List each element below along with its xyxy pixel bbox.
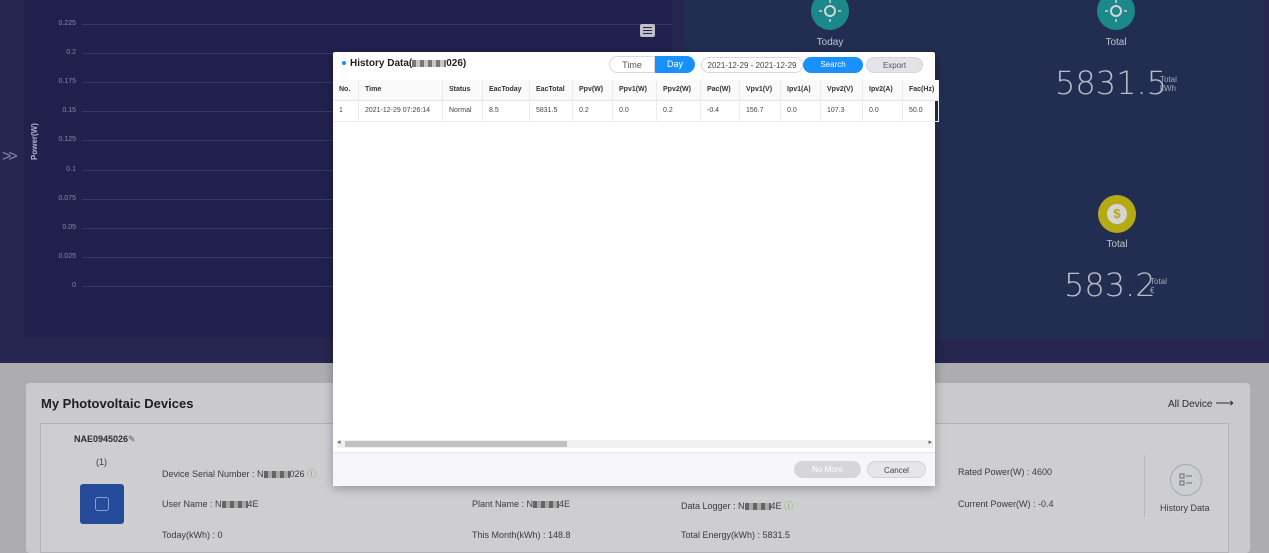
column-header[interactable]: Ipv1(A)	[781, 80, 821, 101]
table-cell: -0.4	[701, 101, 740, 122]
table-cell: 2021-12-29 07:26:14	[359, 101, 443, 122]
table-cell: 107.3	[821, 101, 863, 122]
masked-text	[412, 59, 447, 67]
history-data-modal: History Data( 026) Time Day 2021-12-29 - …	[333, 52, 939, 486]
tab-day[interactable]: Day	[655, 56, 695, 73]
modal-footer: No More Cancel	[333, 452, 935, 486]
no-more-button[interactable]: No More	[794, 461, 861, 478]
horizontal-scrollbar[interactable]: ◂ ▸	[337, 438, 933, 448]
scrollbar-thumb[interactable]	[345, 441, 567, 447]
table-cell: 0.2	[657, 101, 701, 122]
table-cell: 50.0	[903, 101, 939, 122]
cancel-button[interactable]: Cancel	[867, 461, 926, 478]
title-dot-icon	[342, 61, 346, 66]
table-cell: 156.7	[740, 101, 781, 122]
column-header[interactable]: Vpv1(V)	[740, 80, 781, 101]
column-header[interactable]: Vpv2(V)	[821, 80, 863, 101]
export-button[interactable]: Export	[866, 57, 923, 73]
title-suffix: 026)	[446, 58, 467, 69]
column-header[interactable]: Pac(W)	[701, 80, 740, 101]
table-cell: 1	[333, 101, 359, 122]
tab-time[interactable]: Time	[609, 56, 655, 73]
scroll-left-icon[interactable]: ◂	[337, 438, 341, 446]
column-header[interactable]: EacToday	[483, 80, 530, 101]
column-header[interactable]: Ipv2(A)	[863, 80, 903, 101]
table-cell: Normal	[443, 101, 483, 122]
table-cell: 8.5	[483, 101, 530, 122]
column-header[interactable]: Ppv1(W)	[613, 80, 657, 101]
search-button[interactable]: Search	[803, 57, 863, 73]
table-cell: 0.0	[781, 101, 821, 122]
column-header[interactable]: EacTotal	[530, 80, 573, 101]
column-header[interactable]: Ppv(W)	[573, 80, 613, 101]
table-cell: 0.0	[863, 101, 903, 122]
column-header[interactable]: No.	[333, 80, 359, 101]
column-header[interactable]: Time	[359, 80, 443, 101]
table-cell: 5831.5	[530, 101, 573, 122]
table-cell: 0.0	[613, 101, 657, 122]
table-cell: 0.2	[573, 101, 613, 122]
modal-title: History Data( 026)	[342, 58, 466, 69]
column-header[interactable]: Status	[443, 80, 483, 101]
title-prefix: History Data(	[350, 58, 413, 69]
column-header[interactable]: Ppv2(W)	[657, 80, 701, 101]
scroll-right-icon[interactable]: ▸	[928, 438, 932, 446]
date-range-input[interactable]: 2021-12-29 - 2021-12-29	[701, 57, 803, 73]
column-header[interactable]: Fac(Hz)	[903, 80, 939, 101]
